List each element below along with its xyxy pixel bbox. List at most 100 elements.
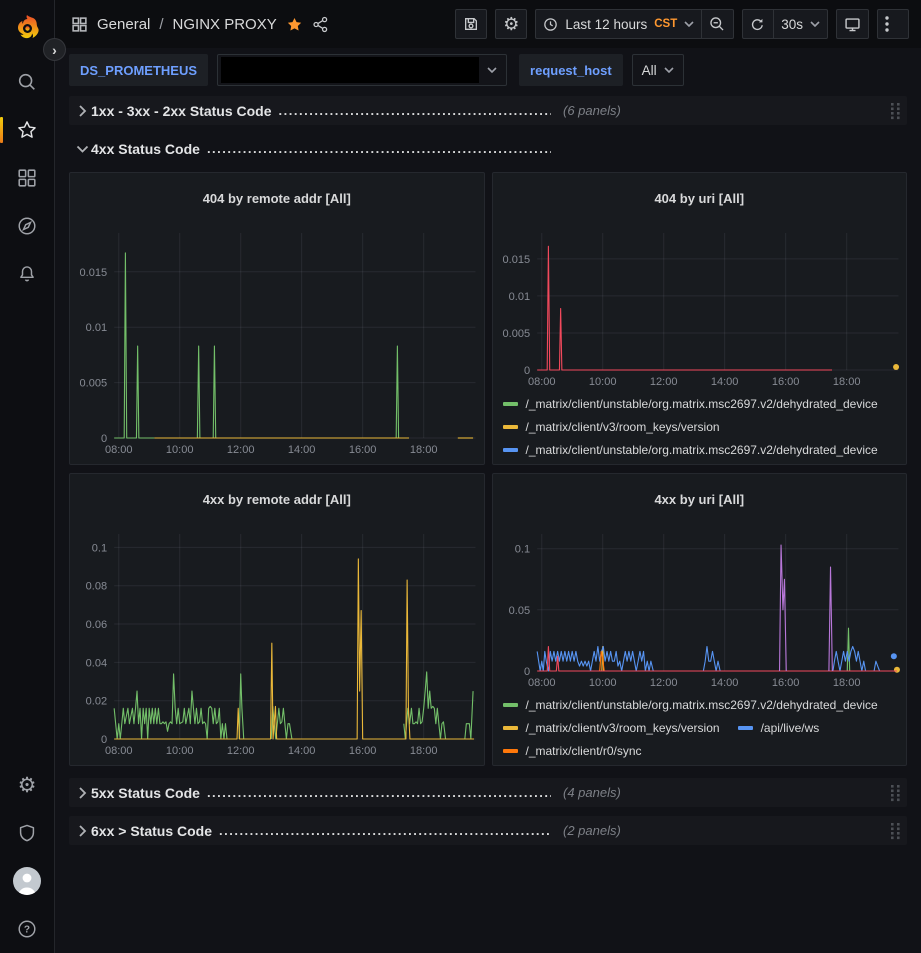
legend-item[interactable]: /_matrix/client/unstable/org.matrix.msc2…: [503, 763, 878, 766]
x-axis-tick-label: 16:00: [349, 444, 377, 456]
row-drag-handle[interactable]: [890, 102, 901, 120]
alerting-bell-icon: [16, 263, 38, 285]
refresh-button[interactable]: [742, 9, 774, 39]
legend-swatch: [503, 703, 518, 707]
legend-item[interactable]: /_matrix/client/unstable/org.matrix.msc2…: [503, 439, 878, 462]
series-point: [893, 364, 899, 370]
x-axis-tick-label: 10:00: [166, 444, 194, 456]
x-axis-tick-label: 12:00: [649, 677, 677, 689]
time-range-picker[interactable]: Last 12 hours CST: [535, 9, 702, 39]
series-point: [890, 653, 896, 659]
y-axis-tick-label: 0.05: [508, 604, 529, 616]
chart-canvas[interactable]: 08:0010:0012:0014:0016:0018:0000.0050.01…: [70, 225, 484, 458]
legend-item[interactable]: 172.18.0.6: [164, 762, 244, 766]
x-axis-tick-label: 08:00: [105, 444, 133, 456]
legend-item[interactable]: 172.18.0.6: [164, 461, 244, 465]
chart-canvas[interactable]: 08:0010:0012:0014:0016:0018:0000.020.040…: [70, 526, 484, 759]
legend-item[interactable]: 10.0.3.2: [80, 762, 146, 766]
navbar-kebab-menu[interactable]: [877, 9, 909, 39]
grafana-logo[interactable]: [7, 8, 47, 48]
sidebar-item-help[interactable]: ?: [7, 909, 47, 949]
variable-request-host-value: All: [642, 63, 657, 78]
sidebar-expand-chevron[interactable]: ›: [43, 38, 66, 61]
y-axis-tick-label: 0.08: [86, 580, 107, 592]
panels-grid: 404 by remote addr [All] 08:0010:0012:00…: [69, 172, 907, 766]
panel-title[interactable]: 4xx by remote addr [All]: [70, 485, 484, 515]
variable-request-host-label[interactable]: request_host: [519, 54, 623, 86]
legend-item[interactable]: 10.0.3.2: [80, 461, 146, 465]
row-4xx[interactable]: 4xx Status Code ........................…: [69, 134, 907, 163]
chart-canvas[interactable]: 08:0010:0012:0014:0016:0018:0000.0050.01…: [493, 225, 907, 390]
panel-404-by-remote-addr: 404 by remote addr [All] 08:0010:0012:00…: [69, 172, 485, 465]
chevron-down-icon: [487, 67, 497, 73]
legend-item[interactable]: /_matrix/client/v3/room_keys/version: [503, 416, 720, 439]
breadcrumb-folder[interactable]: General: [97, 16, 150, 33]
share-icon[interactable]: [312, 16, 329, 33]
grafana-app: › ⚙: [0, 0, 921, 953]
dashboard-variables-bar: DS_PROMETHEUS request_host All: [55, 48, 921, 92]
variable-datasource-label[interactable]: DS_PROMETHEUS: [69, 54, 208, 86]
row-1xx-3xx-2xx[interactable]: 1xx - 3xx - 2xx Status Code ............…: [69, 96, 907, 125]
breadcrumb-separator: /: [159, 16, 163, 33]
row-title: 6xx > Status Code: [91, 823, 212, 839]
row-6xx[interactable]: 6xx > Status Code ......................…: [69, 816, 907, 845]
sidebar-item-search[interactable]: [7, 62, 47, 102]
panel-plot: 08:0010:0012:0014:0016:0018:0000.050.1: [493, 526, 907, 691]
cycle-view-mode-button[interactable]: [836, 9, 869, 39]
sidebar-item-explore[interactable]: [7, 206, 47, 246]
series-line: [828, 567, 831, 671]
legend-item[interactable]: /_matrix/client/r0/sync: [503, 740, 642, 763]
sidebar-item-configuration[interactable]: ⚙: [7, 765, 47, 805]
x-axis-tick-label: 18:00: [832, 376, 860, 388]
chevron-down-icon: [684, 21, 694, 27]
y-axis-tick-label: 0.01: [86, 322, 107, 334]
chevron-down-icon: [73, 143, 91, 155]
sidebar-item-dashboards[interactable]: [7, 158, 47, 198]
sidebar-item-alerting[interactable]: [7, 254, 47, 294]
star-icon: [16, 119, 38, 141]
dashboard-settings-button[interactable]: ⚙: [495, 9, 527, 39]
row-panel-count: (6 panels): [563, 103, 621, 118]
row-leader-dots: ........................................…: [279, 103, 551, 118]
dashboard-title[interactable]: NGINX PROXY: [173, 16, 277, 33]
legend-item[interactable]: /_matrix/client/unstable/org.matrix.msc2…: [503, 393, 878, 416]
y-axis-tick-label: 0: [101, 433, 107, 445]
favorite-star-icon[interactable]: [286, 16, 303, 33]
chart-canvas[interactable]: 08:0010:0012:0014:0016:0018:0000.050.1: [493, 526, 907, 691]
row-drag-handle[interactable]: [890, 784, 901, 802]
panel-plot: 08:0010:0012:0014:0016:0018:0000.0050.01…: [493, 225, 907, 390]
y-axis-tick-label: 0: [523, 666, 529, 678]
legend-item[interactable]: /_matrix/client/unstable/org.matrix.msc2…: [503, 694, 878, 717]
panel-title[interactable]: 4xx by uri [All]: [493, 485, 907, 515]
legend-item[interactable]: /_matrix/client/v3/room_keys/version: [503, 462, 720, 465]
series-line: [396, 346, 398, 438]
sidebar-item-profile[interactable]: [7, 861, 47, 901]
legend-swatch: [503, 402, 518, 406]
row-5xx[interactable]: 5xx Status Code ........................…: [69, 778, 907, 807]
navbar-toolbar: ⚙ Last 12 hours CST: [455, 9, 909, 39]
legend-item[interactable]: /sw.js: [738, 462, 790, 465]
row-title: 4xx Status Code: [91, 141, 200, 157]
sidebar-item-server-admin[interactable]: [7, 813, 47, 853]
legend-label: /api/live/ws: [761, 721, 820, 735]
refresh-interval-picker[interactable]: 30s: [774, 9, 828, 39]
variable-request-host-dropdown[interactable]: All: [632, 54, 684, 86]
series-line: [213, 346, 216, 438]
row-title: 1xx - 3xx - 2xx Status Code: [91, 103, 272, 119]
zoom-out-time-button[interactable]: [702, 9, 734, 39]
variable-datasource-dropdown[interactable]: [217, 54, 507, 86]
row-drag-handle[interactable]: [890, 822, 901, 840]
x-axis-tick-label: 10:00: [588, 376, 616, 388]
sidebar-item-starred[interactable]: [7, 110, 47, 150]
legend-item[interactable]: /_matrix/client/v3/room_keys/version: [503, 717, 720, 740]
breadcrumb: General / NGINX PROXY: [71, 16, 329, 33]
variable-datasource: DS_PROMETHEUS: [69, 54, 507, 86]
x-axis-tick-label: 16:00: [771, 677, 799, 689]
legend-item[interactable]: /api/live/ws: [738, 717, 820, 740]
save-dashboard-button[interactable]: [455, 9, 487, 39]
clock-icon: [543, 17, 558, 32]
panel-title[interactable]: 404 by remote addr [All]: [70, 184, 484, 214]
dashboards-grid-icon: [16, 167, 38, 189]
row-title-area: 6xx > Status Code ......................…: [73, 823, 551, 839]
panel-title[interactable]: 404 by uri [All]: [493, 184, 907, 214]
